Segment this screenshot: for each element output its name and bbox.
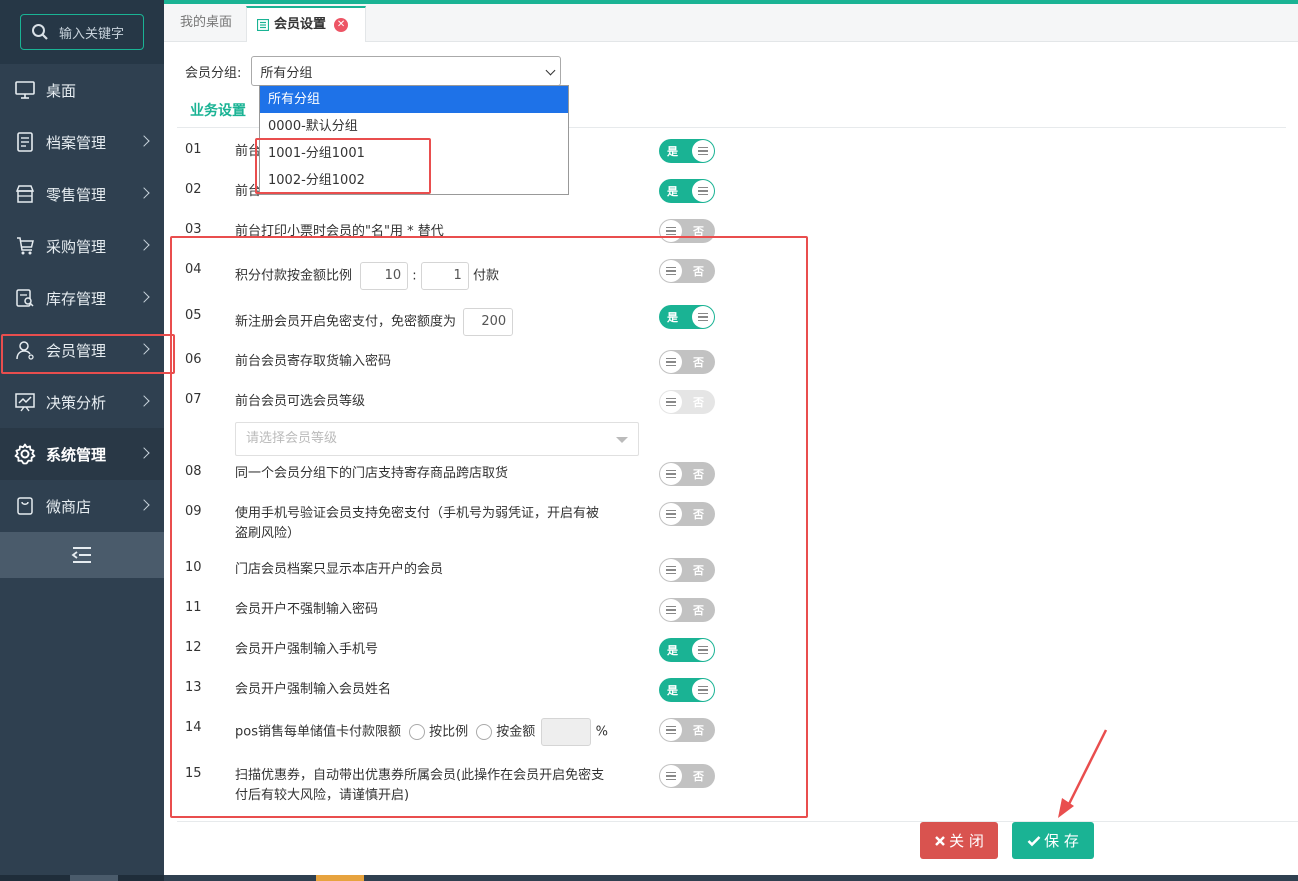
list-doc-icon [257, 19, 269, 31]
limit-input[interactable] [541, 718, 592, 746]
dropdown-option[interactable]: 1001-分组1001 [260, 140, 568, 167]
chevron-down-icon [545, 65, 556, 76]
sidebar-item-desktop[interactable]: 桌面 [0, 64, 164, 116]
dropdown-option[interactable]: 1002-分组1002 [260, 167, 568, 194]
sidebar-item-analysis[interactable]: 决策分析 [0, 376, 164, 428]
setting-toggle[interactable]: 否 [659, 350, 715, 374]
check-icon [1027, 835, 1041, 846]
tab-bar: 我的桌面 会员设置 ✕ [164, 4, 1298, 42]
file-icon [14, 131, 36, 153]
shopping-bag-icon [14, 495, 36, 517]
setting-toggle[interactable]: 是 [659, 305, 715, 329]
chevron-right-icon [138, 291, 150, 303]
collapse-sidebar-button[interactable] [0, 532, 164, 578]
chevron-right-icon [138, 447, 150, 459]
member-level-select[interactable]: 请选择会员等级 [235, 422, 639, 456]
caret-down-icon [616, 437, 628, 443]
chevron-right-icon [138, 343, 150, 355]
chart-icon [14, 391, 36, 413]
tab-my-desktop[interactable]: 我的桌面 [166, 6, 246, 42]
group-select[interactable]: 所有分组 [251, 56, 562, 86]
setting-toggle[interactable]: 否 [659, 502, 715, 526]
main-content: 会员分组: 所有分组 业务设置 所有分组 0000-默认分组 1001-分组10… [164, 42, 1298, 881]
ratio-input-b[interactable]: 1 [420, 262, 469, 290]
tab-member-settings[interactable]: 会员设置 ✕ [246, 6, 366, 42]
setting-toggle[interactable]: 否 [659, 390, 715, 414]
setting-toggle[interactable]: 否 [659, 718, 715, 742]
sidebar-item-system[interactable]: 系统管理 [0, 428, 164, 480]
close-icon [935, 835, 945, 846]
search-input[interactable]: 输入关键字 [20, 14, 144, 50]
chevron-right-icon [138, 135, 150, 147]
sidebar: 输入关键字 桌面 档案管理 零售管理 采购管理 库存管理 会员管理 决策分析 系… [0, 0, 164, 881]
cart-icon [14, 235, 36, 257]
setting-toggle[interactable]: 是 [659, 179, 715, 203]
dropdown-option[interactable]: 0000-默认分组 [260, 113, 568, 140]
radio-by-amount[interactable] [476, 724, 493, 740]
close-button[interactable]: 关 闭 [920, 822, 998, 859]
annotation-arrow-icon [1058, 729, 1108, 818]
chevron-right-icon [138, 499, 150, 511]
sidebar-item-member[interactable]: 会员管理 [0, 324, 164, 376]
save-button[interactable]: 保 存 [1012, 822, 1094, 859]
chevron-right-icon [138, 187, 150, 199]
setting-toggle[interactable]: 否 [659, 598, 715, 622]
ratio-input-a[interactable]: 10 [360, 262, 409, 290]
setting-toggle[interactable]: 是 [659, 678, 715, 702]
dropdown-option[interactable]: 所有分组 [260, 86, 568, 113]
search-icon [32, 24, 48, 40]
group-filter: 会员分组: 所有分组 [185, 56, 562, 86]
collapse-menu-icon [71, 547, 91, 563]
sidebar-item-inventory[interactable]: 库存管理 [0, 272, 164, 324]
sidebar-item-purchase[interactable]: 采购管理 [0, 220, 164, 272]
setting-toggle[interactable]: 否 [659, 558, 715, 582]
setting-toggle[interactable]: 否 [659, 462, 715, 486]
password-free-amount-input[interactable]: 200 [463, 308, 514, 336]
monitor-icon [14, 79, 36, 101]
close-tab-icon[interactable]: ✕ [334, 18, 349, 32]
sidebar-item-microstore[interactable]: 微商店 [0, 480, 164, 532]
sidebar-item-archive[interactable]: 档案管理 [0, 116, 164, 168]
chevron-right-icon [138, 239, 150, 251]
chevron-right-icon [138, 395, 150, 407]
setting-toggle[interactable]: 是 [659, 638, 715, 662]
setting-toggle[interactable]: 否 [659, 219, 715, 243]
store-icon [14, 183, 36, 205]
radio-by-ratio[interactable] [409, 724, 426, 740]
group-dropdown-list: 所有分组 0000-默认分组 1001-分组1001 1002-分组1002 [259, 85, 569, 195]
setting-toggle[interactable]: 是 [659, 139, 715, 163]
setting-toggle[interactable]: 否 [659, 764, 715, 788]
clipboard-search-icon [14, 287, 36, 309]
user-icon [14, 339, 36, 361]
gear-icon [14, 443, 36, 465]
sidebar-item-retail[interactable]: 零售管理 [0, 168, 164, 220]
setting-toggle[interactable]: 否 [659, 259, 715, 283]
